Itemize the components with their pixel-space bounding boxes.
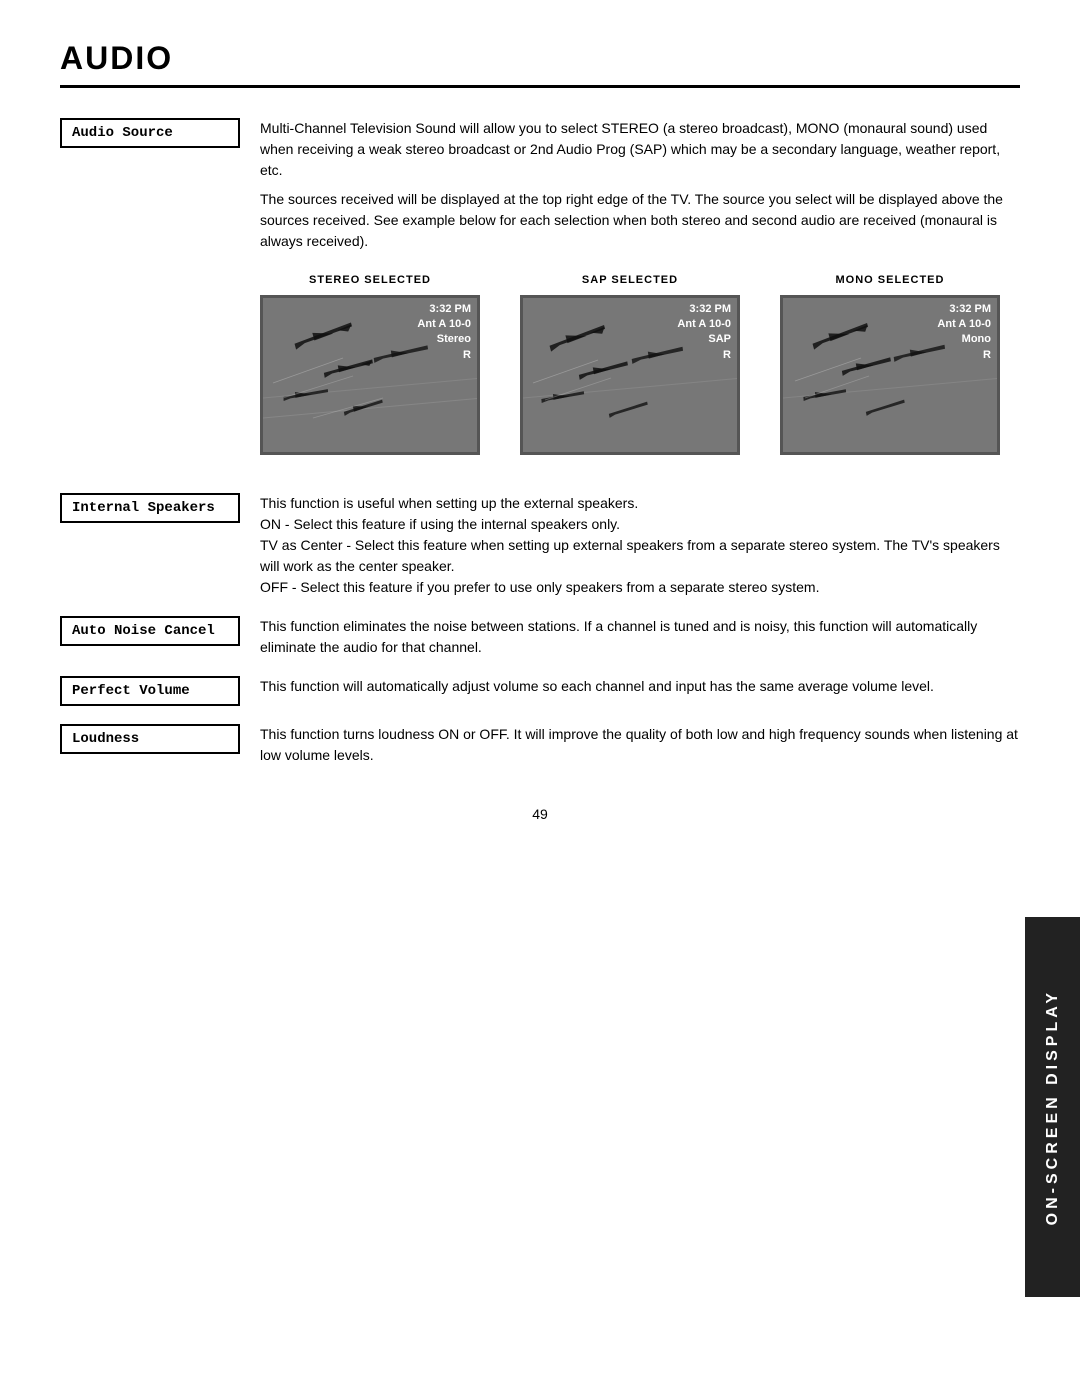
feature-label-auto-noise-cancel: Auto Noise Cancel [60, 616, 240, 646]
mono-overlay: 3:32 PM Ant A 10-0 Mono R [937, 302, 991, 364]
feature-row-audio-source: Audio Source Multi-Channel Television So… [60, 118, 1020, 475]
onscreen-sidebar-text: ON-SCREEN DISPLAY [1044, 989, 1062, 1225]
feature-label-perfect-volume: Perfect Volume [60, 676, 240, 706]
auto-noise-cancel-para-0: This function eliminates the noise betwe… [260, 616, 1020, 658]
internal-speakers-para-2: TV as Center - Select this feature when … [260, 535, 1020, 577]
loudness-para-0: This function turns loudness ON or OFF. … [260, 724, 1020, 766]
audio-source-para-2: The sources received will be displayed a… [260, 189, 1020, 252]
feature-content-perfect-volume: This function will automatically adjust … [240, 676, 1020, 697]
mono-channel: Ant A 10-0 [937, 318, 991, 330]
sap-r: R [723, 349, 731, 361]
page-title: AUDIO [60, 40, 1020, 88]
feature-row-perfect-volume: Perfect Volume This function will automa… [60, 676, 1020, 706]
onscreen-sidebar: ON-SCREEN DISPLAY [1025, 917, 1080, 1297]
perfect-volume-para-0: This function will automatically adjust … [260, 676, 1020, 697]
sap-selected-label: SAP SELECTED [582, 272, 678, 289]
stereo-time: 3:32 PM [429, 303, 471, 315]
feature-label-audio-source: Audio Source [60, 118, 240, 148]
tv-screen-item-mono: MONO SELECTED [780, 272, 1000, 455]
page-number: 49 [60, 806, 1020, 822]
mono-time: 3:32 PM [949, 303, 991, 315]
internal-speakers-para-1: ON - Select this feature if using the in… [260, 514, 1020, 535]
feature-content-auto-noise-cancel: This function eliminates the noise betwe… [240, 616, 1020, 658]
feature-content-internal-speakers: This function is useful when setting up … [240, 493, 1020, 598]
tv-screens-row: STEREO SELECTED [260, 272, 1020, 455]
internal-speakers-para-0: This function is useful when setting up … [260, 493, 1020, 514]
tv-screens-section: STEREO SELECTED [260, 272, 1020, 455]
sap-time: 3:32 PM [689, 303, 731, 315]
mono-r: R [983, 349, 991, 361]
audio-source-para-1: Multi-Channel Television Sound will allo… [260, 118, 1020, 181]
feature-label-internal-speakers: Internal Speakers [60, 493, 240, 523]
tv-screen-item-sap: SAP SELECTED [520, 272, 740, 455]
tv-screen-sap: 3:32 PM Ant A 10-0 SAP R [520, 295, 740, 455]
tv-screen-item-stereo: STEREO SELECTED [260, 272, 480, 455]
feature-row-auto-noise-cancel: Auto Noise Cancel This function eliminat… [60, 616, 1020, 658]
internal-speakers-para-3: OFF - Select this feature if you prefer … [260, 577, 1020, 598]
feature-row-internal-speakers: Internal Speakers This function is usefu… [60, 493, 1020, 598]
mono-selected-label: MONO SELECTED [836, 272, 945, 289]
feature-content-loudness: This function turns loudness ON or OFF. … [240, 724, 1020, 766]
stereo-selected-label: STEREO SELECTED [309, 272, 431, 289]
stereo-r: R [463, 349, 471, 361]
feature-row-loudness: Loudness This function turns loudness ON… [60, 724, 1020, 766]
stereo-overlay: 3:32 PM Ant A 10-0 Stereo R [417, 302, 471, 364]
feature-content-audio-source: Multi-Channel Television Sound will allo… [240, 118, 1020, 475]
sap-channel: Ant A 10-0 [677, 318, 731, 330]
stereo-mode: Stereo [437, 333, 471, 345]
mono-mode: Mono [962, 333, 991, 345]
stereo-channel: Ant A 10-0 [417, 318, 471, 330]
feature-label-loudness: Loudness [60, 724, 240, 754]
sap-overlay: 3:32 PM Ant A 10-0 SAP R [677, 302, 731, 364]
page: AUDIO Audio Source Multi-Channel Televis… [0, 0, 1080, 1397]
tv-screen-stereo: 3:32 PM Ant A 10-0 Stereo R [260, 295, 480, 455]
sap-mode: SAP [708, 333, 731, 345]
tv-screen-mono: 3:32 PM Ant A 10-0 Mono R [780, 295, 1000, 455]
